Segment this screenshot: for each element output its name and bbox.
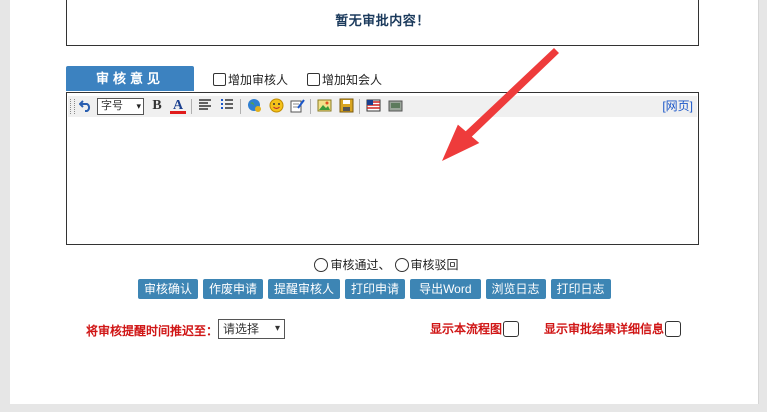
delay-select-value: 请选择 — [223, 322, 260, 336]
add-reviewer-label: 增加审核人 — [228, 72, 289, 87]
void-request-button[interactable]: 作废申请 — [203, 279, 264, 299]
editor-toolbar: 字号 ▾ B A [网页] — [68, 96, 697, 117]
show-flowchart-label: 显示本流程图 — [430, 322, 503, 336]
database-icon[interactable] — [387, 98, 403, 114]
reject-radio[interactable] — [394, 257, 409, 272]
toolbar-separator — [310, 99, 311, 114]
reject-option[interactable]: 审核驳回 — [394, 256, 459, 273]
font-size-select[interactable]: 字号 ▾ — [97, 98, 144, 115]
toolbar-separator — [240, 99, 241, 114]
approve-radio[interactable] — [314, 257, 329, 272]
edit-icon[interactable] — [289, 98, 305, 114]
smiley-icon[interactable] — [268, 98, 284, 114]
font-color-icon[interactable]: A — [170, 98, 186, 114]
web-page-link[interactable]: [网页] — [662, 98, 693, 114]
add-notify-label: 增加知会人 — [322, 72, 383, 87]
add-notify-checkbox[interactable] — [307, 72, 320, 86]
font-size-label: 字号 — [101, 100, 123, 112]
delay-reminder-label: 将审核提醒时间推迟至： — [86, 324, 219, 338]
tab-review-opinion[interactable]: 审核意见 — [66, 66, 194, 91]
show-details-checkbox[interactable] — [665, 320, 682, 337]
approve-option[interactable]: 审核通过、 — [314, 256, 391, 273]
reject-label: 审核驳回 — [410, 258, 459, 272]
empty-message: 暂无审批内容！ — [335, 13, 430, 28]
action-button-bar: 审核确认 作废申请 提醒审核人 打印申请 导出Word 浏览日志 打印日志 — [138, 279, 611, 299]
rich-text-editor: 字号 ▾ B A [网页] — [66, 92, 699, 245]
show-flowchart-checkbox[interactable] — [503, 320, 520, 337]
opinion-text-area[interactable] — [68, 119, 697, 243]
add-notify-option[interactable]: 增加知会人 — [307, 71, 382, 87]
approval-content-box: 暂无审批内容！ — [66, 0, 699, 46]
align-icon[interactable] — [197, 98, 213, 114]
show-details-label: 显示审批结果详细信息 — [544, 322, 665, 336]
globe-icon[interactable] — [246, 98, 262, 114]
save-icon[interactable] — [338, 98, 354, 114]
toolbar-separator — [359, 99, 360, 114]
chevron-down-icon: ▾ — [136, 101, 141, 111]
print-request-button[interactable]: 打印申请 — [345, 279, 406, 299]
bold-icon[interactable]: B — [149, 98, 165, 114]
export-word-button[interactable]: 导出Word — [410, 279, 481, 299]
undo-icon[interactable] — [78, 98, 94, 114]
page-border — [758, 0, 759, 404]
show-details-option: 显示审批结果详细信息 — [544, 320, 682, 337]
view-log-button[interactable]: 浏览日志 — [485, 279, 546, 299]
toolbar-grip — [70, 99, 75, 114]
list-icon[interactable] — [219, 98, 235, 114]
remind-reviewer-button[interactable]: 提醒审核人 — [268, 279, 341, 299]
flag-icon[interactable] — [365, 98, 381, 114]
approve-label: 审核通过、 — [330, 258, 391, 272]
add-reviewer-option[interactable]: 增加审核人 — [213, 71, 288, 87]
confirm-review-button[interactable]: 审核确认 — [138, 279, 199, 299]
delay-reminder-select[interactable]: 请选择 ▾ — [218, 319, 285, 339]
image-icon[interactable] — [316, 98, 332, 114]
print-log-button[interactable]: 打印日志 — [550, 279, 611, 299]
add-reviewer-checkbox[interactable] — [213, 72, 226, 86]
review-result-options: 审核通过、 审核驳回 — [0, 256, 767, 273]
chevron-down-icon: ▾ — [274, 323, 280, 334]
toolbar-separator — [191, 99, 192, 114]
show-flowchart-option: 显示本流程图 — [430, 320, 520, 337]
